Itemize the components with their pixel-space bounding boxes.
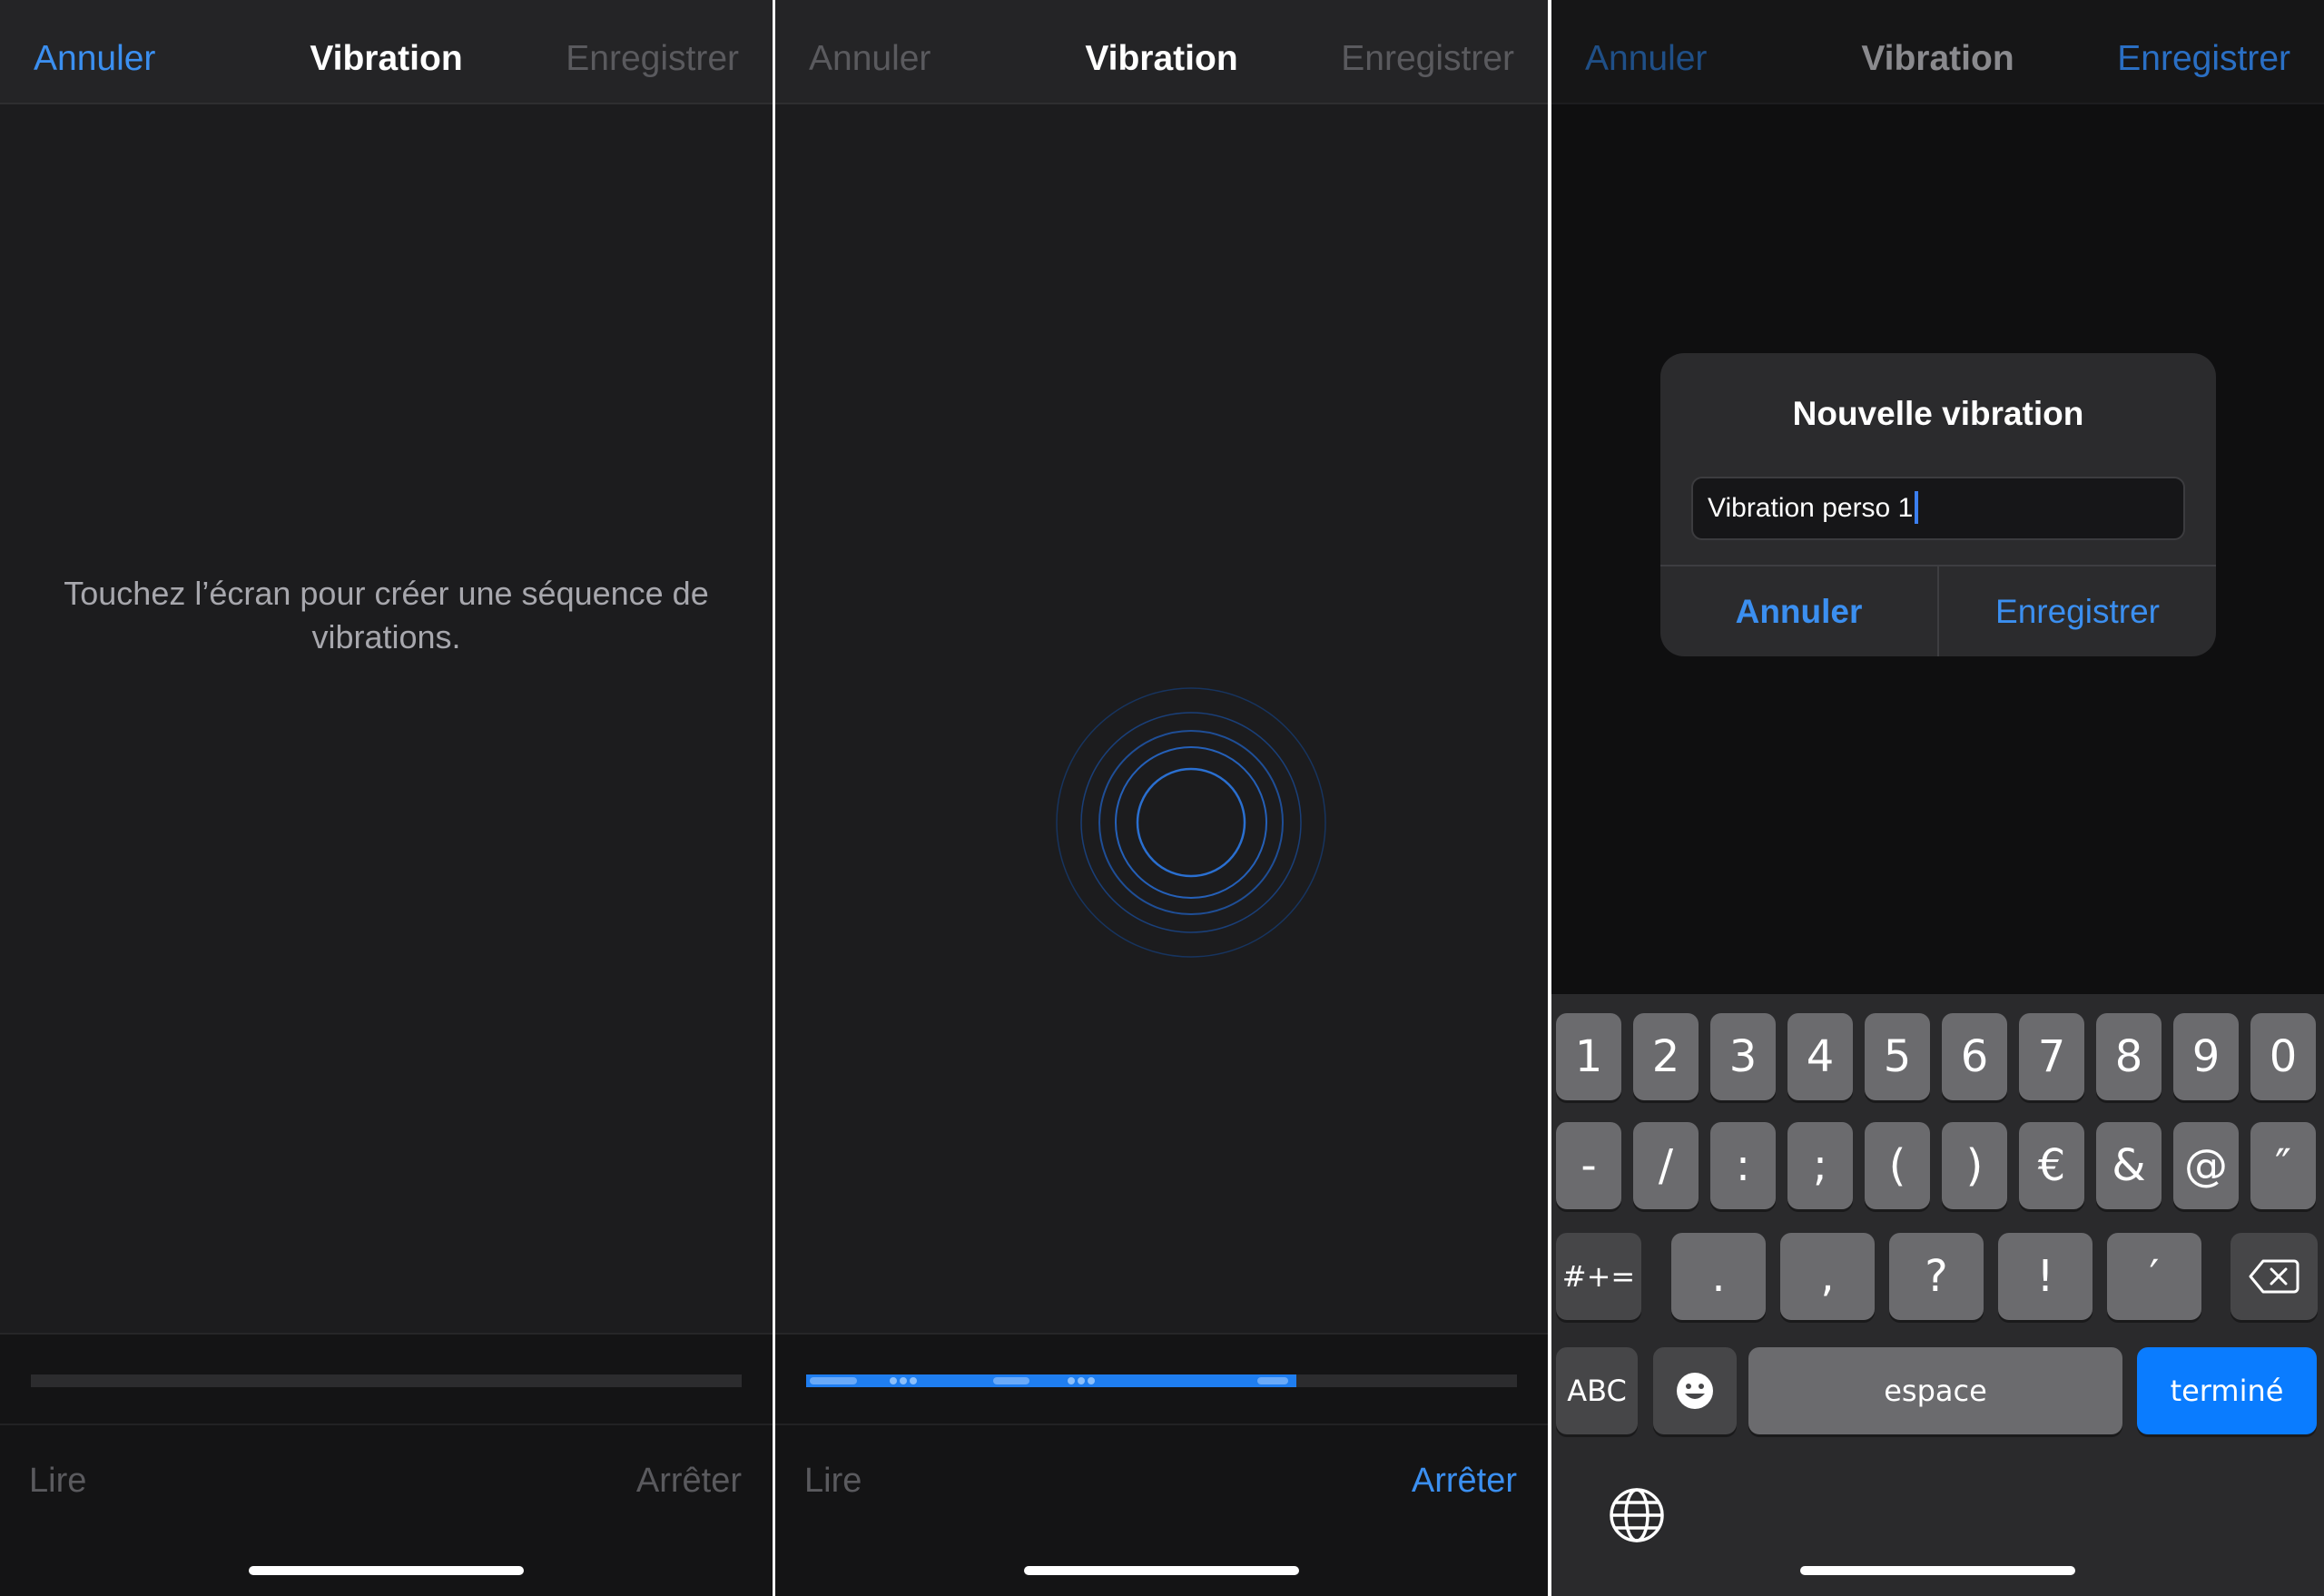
home-indicator <box>1800 1566 2075 1575</box>
vibration-segment <box>1257 1377 1288 1384</box>
key-4[interactable]: 4 <box>1787 1013 1853 1100</box>
text-cursor <box>1915 491 1919 525</box>
globe-icon[interactable] <box>1606 1484 1668 1546</box>
key-8[interactable]: 8 <box>2096 1013 2162 1100</box>
save-vibration-screen[interactable]: Annuler Vibration Enregistrer Nouvelle v… <box>1551 0 2324 1596</box>
delete-key[interactable] <box>2230 1233 2318 1320</box>
save-button[interactable]: Enregistrer <box>2117 0 2290 104</box>
key-ampersand[interactable]: & <box>2096 1122 2162 1209</box>
key-3[interactable]: 3 <box>1710 1013 1776 1100</box>
vibration-tap <box>1088 1377 1095 1384</box>
key-semicolon[interactable]: ; <box>1787 1122 1853 1209</box>
key-apostrophe[interactable]: ′ <box>2107 1233 2201 1320</box>
key-2[interactable]: 2 <box>1633 1013 1699 1100</box>
backspace-icon <box>2249 1259 2299 1294</box>
vibration-tap <box>890 1377 897 1384</box>
vibration-tap <box>900 1377 907 1384</box>
dialog-title: Nouvelle vibration <box>1792 395 2084 432</box>
home-indicator <box>1024 1566 1299 1575</box>
dialog-cancel-button[interactable]: Annuler <box>1660 566 1937 656</box>
vibration-name-field[interactable]: Vibration perso 1 <box>1691 477 2185 540</box>
key-question[interactable]: ? <box>1889 1233 1984 1320</box>
vibration-timeline <box>806 1374 1517 1387</box>
vibration-editor-empty[interactable]: Annuler Vibration Enregistrer Touchez l’… <box>0 0 773 1596</box>
new-vibration-dialog: Nouvelle vibration Vibration perso 1 Ann… <box>1660 353 2216 656</box>
key-hyphen[interactable]: - <box>1556 1122 1621 1209</box>
key-5[interactable]: 5 <box>1865 1013 1930 1100</box>
playback-controls: Lire Arrêter <box>0 1333 773 1596</box>
timeline-progress <box>806 1374 1297 1387</box>
key-comma[interactable]: , <box>1780 1233 1875 1320</box>
key-open-paren[interactable]: ( <box>1865 1122 1930 1209</box>
cancel-button[interactable]: Annuler <box>1585 0 1707 104</box>
vibration-timeline <box>31 1374 742 1387</box>
key-colon[interactable]: : <box>1710 1122 1776 1209</box>
touch-ripple-icon[interactable] <box>775 0 1548 1333</box>
instruction-text: Touchez l’écran pour créer une séquence … <box>64 575 709 655</box>
vibration-segment <box>993 1377 1029 1384</box>
timeline-row <box>775 1335 1548 1425</box>
cancel-button[interactable]: Annuler <box>34 0 155 104</box>
key-at[interactable]: @ <box>2173 1122 2239 1209</box>
key-slash[interactable]: / <box>1633 1122 1699 1209</box>
key-exclamation[interactable]: ! <box>1998 1233 2093 1320</box>
stop-button[interactable]: Arrêter <box>636 1462 742 1501</box>
vibration-name-value: Vibration perso 1 <box>1708 493 1914 523</box>
vibration-tap <box>1068 1377 1075 1384</box>
key-0[interactable]: 0 <box>2250 1013 2316 1100</box>
keyboard: 1 2 3 4 5 6 7 8 9 0 - / : ; ( ) € & @ ″ … <box>1551 994 2324 1596</box>
save-button[interactable]: Enregistrer <box>566 0 739 104</box>
space-key[interactable]: espace <box>1748 1347 2122 1434</box>
vibration-editor-recording[interactable]: Annuler Vibration Enregistrer Lire Arrêt… <box>775 0 1548 1596</box>
vibration-tap <box>910 1377 917 1384</box>
key-7[interactable]: 7 <box>2019 1013 2084 1100</box>
dialog-save-button[interactable]: Enregistrer <box>1939 566 2216 656</box>
vibration-tap <box>1078 1377 1085 1384</box>
abc-key[interactable]: ABC <box>1556 1347 1638 1434</box>
emoji-icon <box>1677 1373 1713 1409</box>
emoji-key[interactable] <box>1653 1347 1737 1434</box>
key-double-quote[interactable]: ″ <box>2250 1122 2316 1209</box>
navigation-bar: Annuler Vibration Enregistrer <box>0 0 773 104</box>
play-button[interactable]: Lire <box>29 1462 86 1501</box>
key-period[interactable]: . <box>1671 1233 1766 1320</box>
key-euro[interactable]: € <box>2019 1122 2084 1209</box>
key-1[interactable]: 1 <box>1556 1013 1621 1100</box>
key-close-paren[interactable]: ) <box>1942 1122 2007 1209</box>
playback-controls: Lire Arrêter <box>775 1333 1548 1596</box>
navigation-bar: Annuler Vibration Enregistrer <box>1551 0 2324 104</box>
key-9[interactable]: 9 <box>2173 1013 2239 1100</box>
key-6[interactable]: 6 <box>1942 1013 2007 1100</box>
timeline-row <box>0 1335 773 1425</box>
home-indicator <box>249 1566 524 1575</box>
stop-button[interactable]: Arrêter <box>1412 1462 1517 1501</box>
done-key[interactable]: terminé <box>2137 1347 2317 1434</box>
play-button[interactable]: Lire <box>804 1462 862 1501</box>
symbols-toggle-key[interactable]: #+= <box>1556 1233 1641 1320</box>
vibration-segment <box>810 1377 857 1384</box>
